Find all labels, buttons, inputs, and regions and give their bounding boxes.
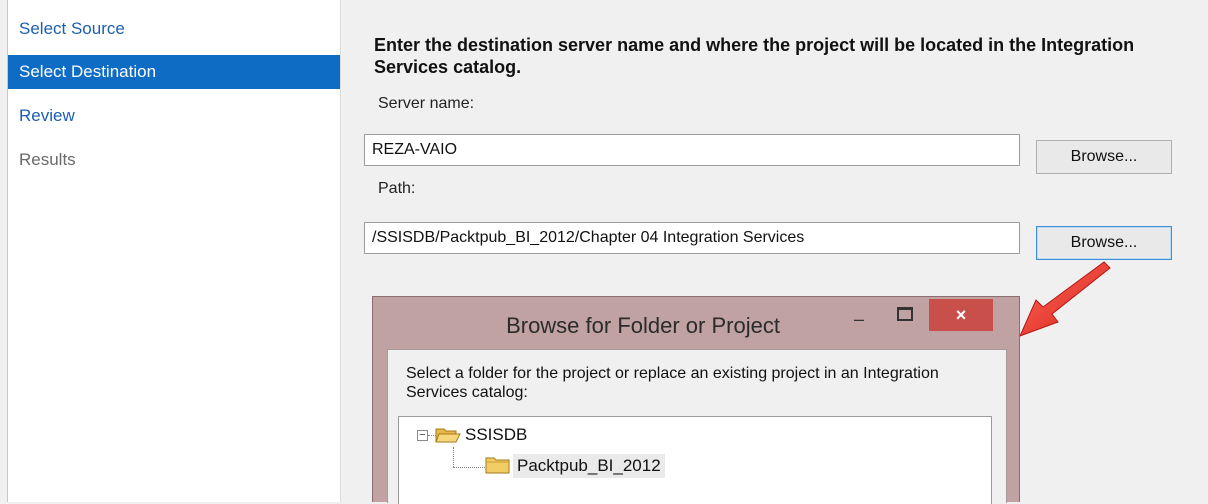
minimize-icon[interactable]: – xyxy=(849,309,869,329)
dialog-body: Select a folder for the project or repla… xyxy=(387,349,1007,504)
dialog-title: Browse for Folder or Project xyxy=(506,313,780,338)
tree-connector xyxy=(453,467,485,468)
nav-item-select-destination[interactable]: Select Destination xyxy=(8,55,340,89)
red-pointer-arrow-icon xyxy=(1019,261,1111,337)
maximize-icon[interactable] xyxy=(897,307,913,321)
path-label: Path: xyxy=(378,180,416,197)
server-name-label: Server name: xyxy=(378,95,475,112)
wizard-nav-pane: Select Source Select Destination Review … xyxy=(8,0,341,502)
close-button[interactable]: × xyxy=(929,299,993,331)
browse-server-button[interactable]: Browse... xyxy=(1036,140,1172,174)
page-heading: Enter the destination server name and wh… xyxy=(374,35,1135,77)
nav-item-results: Results xyxy=(19,150,76,169)
tree-node-ssisdb[interactable]: SSISDB xyxy=(465,425,527,445)
nav-item-select-source[interactable]: Select Source xyxy=(8,12,340,46)
server-name-input[interactable]: REZA-VAIO xyxy=(364,134,1020,166)
path-input[interactable]: /SSISDB/Packtpub_BI_2012/Chapter 04 Inte… xyxy=(364,222,1020,254)
folder-icon xyxy=(485,457,510,474)
tree-connector xyxy=(453,447,454,467)
browse-folder-dialog: Browse for Folder or Project – × Select … xyxy=(372,296,1020,504)
open-folder-icon xyxy=(435,428,461,443)
nav-item-review[interactable]: Review xyxy=(8,99,340,133)
browse-path-button[interactable]: Browse... xyxy=(1036,226,1172,260)
collapse-icon[interactable]: − xyxy=(417,430,428,441)
window-left-border xyxy=(0,0,8,502)
dialog-instructions: Select a folder for the project or repla… xyxy=(406,365,939,401)
tree-node-packtpub-bi-2012[interactable]: Packtpub_BI_2012 xyxy=(513,454,665,478)
catalog-tree-view[interactable]: − SSISDB Packtpub_BI_2012 xyxy=(398,416,992,504)
